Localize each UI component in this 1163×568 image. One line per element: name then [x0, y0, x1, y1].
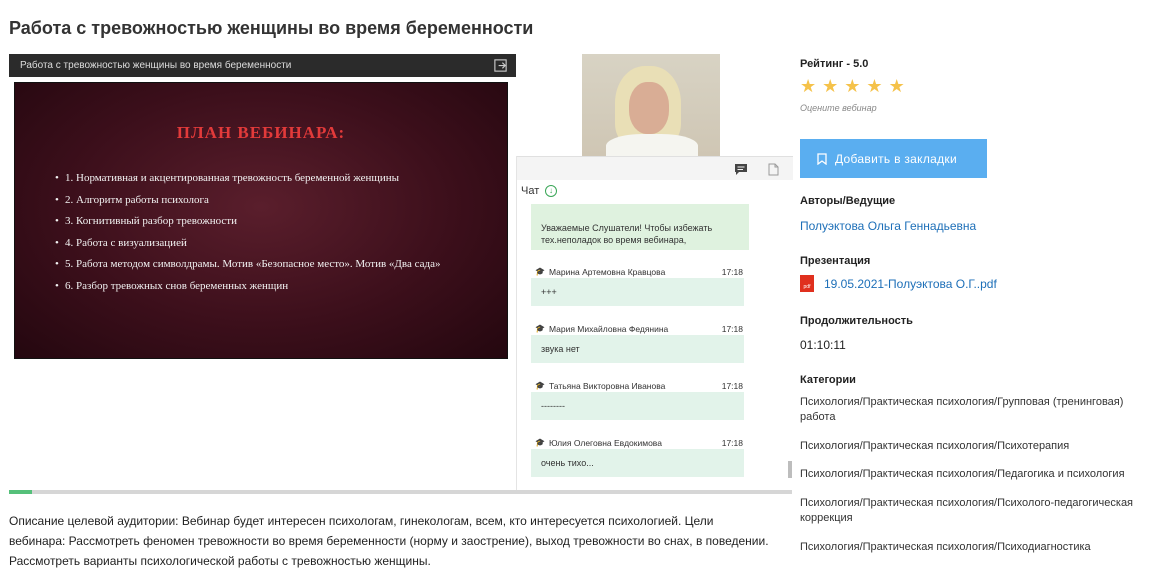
presenter-video [582, 54, 720, 156]
star-icon[interactable]: ★ [889, 76, 905, 96]
arrow-down-circle-icon[interactable]: ↓ [545, 185, 557, 197]
chat-message-author: Марина Артемовна Кравцова [548, 267, 666, 277]
bookmark-icon [817, 152, 827, 165]
chat-message-time: 17:18 [721, 438, 743, 448]
add-bookmark-label: Добавить в закладки [835, 151, 957, 166]
star-icon[interactable]: ★ [866, 76, 882, 96]
categories-label: Категории [800, 374, 856, 386]
authors-label: Авторы/Ведущие [800, 195, 896, 207]
chat-message-body: очень тихо... [531, 449, 744, 477]
chat-message-author: Татьяна Викторовна Иванова [548, 381, 666, 391]
slide-list: 1. Нормативная и акцентированная тревожн… [55, 172, 440, 301]
chat-message-body: -------- [531, 392, 744, 420]
star-icon[interactable]: ★ [800, 76, 816, 96]
category-item[interactable]: Психология/Практическая психология/Психо… [800, 496, 1145, 526]
page-title: Работа с тревожностью женщины во время б… [9, 18, 534, 38]
pdf-file-icon: pdf [800, 275, 814, 292]
author-link[interactable]: Полуэктова Ольга Геннадьевна [800, 219, 976, 233]
playback-progress-fill [9, 490, 33, 494]
chat-message-time: 17:18 [721, 267, 743, 277]
category-item[interactable]: Психология/Практическая психология/Психо… [800, 439, 1145, 454]
chat-panel: Чат ↓ Уважаемые Слушатели! Чтобы избежат… [516, 156, 793, 490]
chat-message-body: +++ [531, 278, 744, 306]
chat-bubble-icon [735, 163, 747, 175]
chat-label: Чат [521, 185, 540, 197]
webinar-description: Описание целевой аудитории: Вебинар буде… [9, 514, 769, 568]
graduation-cap-icon: 🎓 [535, 438, 545, 447]
category-item[interactable]: Психология/Практическая психология/Педаг… [800, 467, 1145, 482]
exit-fullscreen-icon[interactable] [493, 58, 508, 73]
duration-label: Продолжительность [800, 315, 913, 327]
presentation-link[interactable]: 19.05.2021-Полуэктова О.Г..pdf [824, 277, 997, 291]
slide-header: Работа с тревожностью женщины во время б… [9, 54, 516, 77]
presentation-slide: ПЛАН ВЕБИНАРА: 1. Нормативная и акцентир… [14, 82, 508, 359]
chat-notice: Уважаемые Слушатели! Чтобы избежать тех.… [531, 204, 749, 250]
star-icon[interactable]: ★ [822, 76, 838, 96]
tab-chat[interactable] [725, 157, 757, 181]
graduation-cap-icon: 🎓 [535, 324, 545, 333]
rate-hint: Оцените вебинар [800, 103, 877, 113]
presentation-file[interactable]: pdf 19.05.2021-Полуэктова О.Г..pdf [800, 275, 997, 292]
duration-value: 01:10:11 [800, 338, 846, 352]
slide-list-item: 1. Нормативная и акцентированная тревожн… [55, 172, 440, 194]
chat-message-header: 🎓 Марина Артемовна Кравцова 17:18 [535, 267, 743, 277]
presentation-label: Презентация [800, 255, 871, 267]
add-bookmark-button[interactable]: Добавить в закладки [800, 139, 987, 178]
playback-progress[interactable] [9, 490, 792, 494]
slide-list-item: 3. Когнитивный разбор тревожности [55, 215, 440, 237]
graduation-cap-icon: 🎓 [535, 267, 545, 276]
star-icon[interactable]: ★ [844, 76, 860, 96]
tab-documents[interactable] [757, 157, 789, 181]
chat-message-time: 17:18 [721, 324, 743, 334]
chat-message-time: 17:18 [721, 381, 743, 391]
chat-message-author: Юлия Олеговна Евдокимова [548, 438, 662, 448]
chat-message-header: 🎓 Татьяна Викторовна Иванова 17:18 [535, 381, 743, 391]
rating-stars[interactable]: ★ ★ ★ ★ ★ [800, 76, 905, 96]
chat-message-author: Мария Михайловна Федянина [548, 324, 669, 334]
chat-message-body: звука нет [531, 335, 744, 363]
chat-tabs [517, 156, 793, 180]
category-item[interactable]: Психология/Практическая психология/Психо… [800, 540, 1145, 555]
slide-list-item: 6. Разбор тревожных снов беременных женщ… [55, 280, 440, 302]
slide-title: ПЛАН ВЕБИНАРА: [176, 123, 346, 142]
rating-label: Рейтинг - 5.0 [800, 58, 869, 70]
chat-message-header: 🎓 Мария Михайловна Федянина 17:18 [535, 324, 743, 334]
chat-message-header: 🎓 Юлия Олеговна Евдокимова 17:18 [535, 438, 743, 448]
slide-list-item: 4. Работа с визуализацией [55, 237, 440, 259]
graduation-cap-icon: 🎓 [535, 381, 545, 390]
slide-list-item: 5. Работа методом символдрамы. Мотив «Бе… [55, 258, 440, 280]
slide-area: ПЛАН ВЕБИНАРА: 1. Нормативная и акцентир… [9, 77, 516, 487]
slide-list-item: 2. Алгоритм работы психолога [55, 194, 440, 216]
category-item[interactable]: Психология/Практическая психология/Групп… [800, 395, 1145, 425]
webinar-player: Работа с тревожностью женщины во время б… [9, 54, 793, 494]
slide-header-title: Работа с тревожностью женщины во время б… [20, 60, 292, 71]
chat-scrollbar[interactable] [788, 461, 792, 478]
document-icon [768, 163, 778, 175]
